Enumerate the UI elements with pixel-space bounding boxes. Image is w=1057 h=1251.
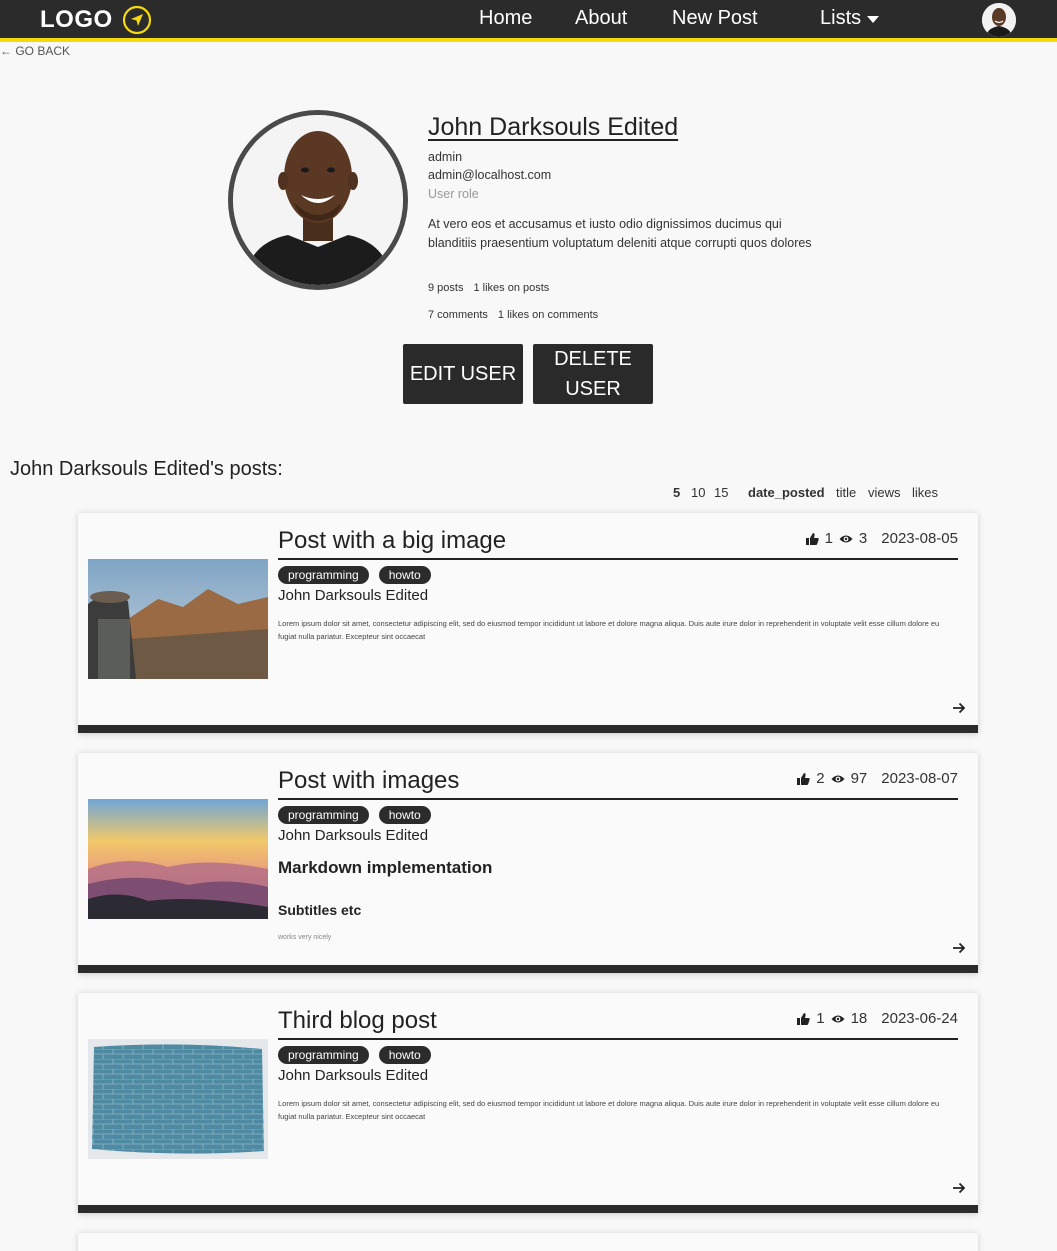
nav-lists-dropdown[interactable]: Lists [820,7,880,30]
post-tags: programming howto [278,1046,431,1064]
post-date: 2023-06-24 [881,1010,958,1027]
page-size-10[interactable]: 10 [691,485,705,500]
profile-role: User role [428,187,479,201]
tag-programming[interactable]: programming [278,566,369,584]
post-thumbnail-image [88,799,268,919]
title-divider [278,558,958,560]
title-divider [278,798,958,800]
post-meta: 1 3 2023-08-05 [805,530,958,547]
post-likes: 2 [816,770,825,787]
post-markdown-text: works very nicely [278,934,332,941]
post-views: 18 [850,1010,868,1027]
delete-user-button[interactable]: DELETE USER [533,344,653,404]
post-likes: 1 [816,1010,825,1027]
post-thumbnail-image [88,559,268,679]
post-views: 3 [858,530,868,547]
nav-lists-label: Lists [820,7,862,29]
user-avatar-image [982,3,1016,37]
profile-photo-image [233,115,403,285]
nav-home-link[interactable]: Home [479,7,532,30]
post-views: 97 [850,770,868,787]
arrow-right-icon[interactable] [952,1181,966,1195]
post-tags: programming howto [278,806,431,824]
content-fade [78,685,978,725]
nav-links: Home About New Post Lists [0,0,1057,38]
profile-email: admin@localhost.com [428,168,552,182]
profile-name[interactable]: John Darksouls Edited [428,113,678,142]
thumbs-up-icon[interactable] [796,1012,810,1026]
post-thumbnail [88,1039,268,1159]
posts-count: 9 posts [428,282,464,294]
tag-programming[interactable]: programming [278,1046,369,1064]
chevron-down-icon [867,16,880,23]
post-title[interactable]: Post with images [278,767,459,795]
eye-icon [831,1015,845,1022]
profile-username: admin [428,150,463,164]
page-size-5[interactable]: 5 [673,485,680,500]
post-thumbnail-image [88,1039,268,1159]
post-card[interactable] [78,1233,978,1251]
post-thumbnail [88,799,268,919]
sort-title[interactable]: title [836,485,856,500]
post-meta: 2 97 2023-08-07 [796,770,958,787]
likes-on-comments: 1 likes on comments [497,309,599,321]
edit-user-button[interactable]: EDIT USER [403,344,523,404]
post-author[interactable]: John Darksouls Edited [278,827,428,844]
post-markdown-heading: Markdown implementation [278,858,493,877]
post-title[interactable]: Post with a big image [278,527,506,555]
post-excerpt: Lorem ipsum dolor sit amet, consectetur … [278,619,940,641]
post-excerpt: Lorem ipsum dolor sit amet, consectetur … [278,1099,940,1121]
posts-heading: John Darksouls Edited's posts: [10,458,283,480]
nav-new-post-link[interactable]: New Post [672,7,758,30]
post-tags: programming howto [278,566,431,584]
user-avatar[interactable] [982,3,1016,37]
profile-bio: At vero eos et accusamus et iusto odio d… [428,217,812,250]
top-navbar: LOGO Home About New Post Lists [0,0,1057,42]
post-card[interactable]: Post with images 2 97 2023-08-07 program… [78,753,978,973]
post-date: 2023-08-05 [881,530,958,547]
post-author[interactable]: John Darksouls Edited [278,587,428,604]
post-card[interactable]: Post with a big image 1 3 2023-08-05 pro… [78,513,978,733]
profile-photo [228,110,408,290]
post-meta: 1 18 2023-06-24 [796,1010,958,1027]
post-title[interactable]: Third blog post [278,1007,437,1035]
content-fade [78,1165,978,1205]
page-size-15[interactable]: 15 [714,485,728,500]
go-back-link[interactable]: ← GO BACK [0,44,70,58]
thumbs-up-icon[interactable] [796,772,810,786]
arrow-right-icon[interactable] [952,941,966,955]
post-card[interactable]: Third blog post 1 18 2023-06-24 programm… [78,993,978,1213]
thumbs-up-icon[interactable] [805,532,819,546]
post-date: 2023-08-07 [881,770,958,787]
arrow-right-icon[interactable] [952,701,966,715]
sort-likes[interactable]: likes [912,485,938,500]
post-markdown-subtitle: Subtitles etc [278,902,362,918]
comments-count: 7 comments [428,309,488,321]
tag-howto[interactable]: howto [378,806,431,824]
title-divider [278,1038,958,1040]
profile-post-stats: 9 posts 1 likes on posts [428,282,549,294]
post-likes: 1 [824,530,833,547]
eye-icon [839,535,853,542]
likes-on-posts: 1 likes on posts [473,282,550,294]
profile-comment-stats: 7 comments 1 likes on comments [428,309,598,321]
sort-views[interactable]: views [868,485,901,500]
eye-icon [831,775,845,782]
post-thumbnail [88,559,268,679]
sort-date-posted[interactable]: date_posted [748,485,825,500]
tag-howto[interactable]: howto [378,1046,431,1064]
nav-about-link[interactable]: About [575,7,627,30]
tag-howto[interactable]: howto [378,566,431,584]
post-author[interactable]: John Darksouls Edited [278,1067,428,1084]
tag-programming[interactable]: programming [278,806,369,824]
